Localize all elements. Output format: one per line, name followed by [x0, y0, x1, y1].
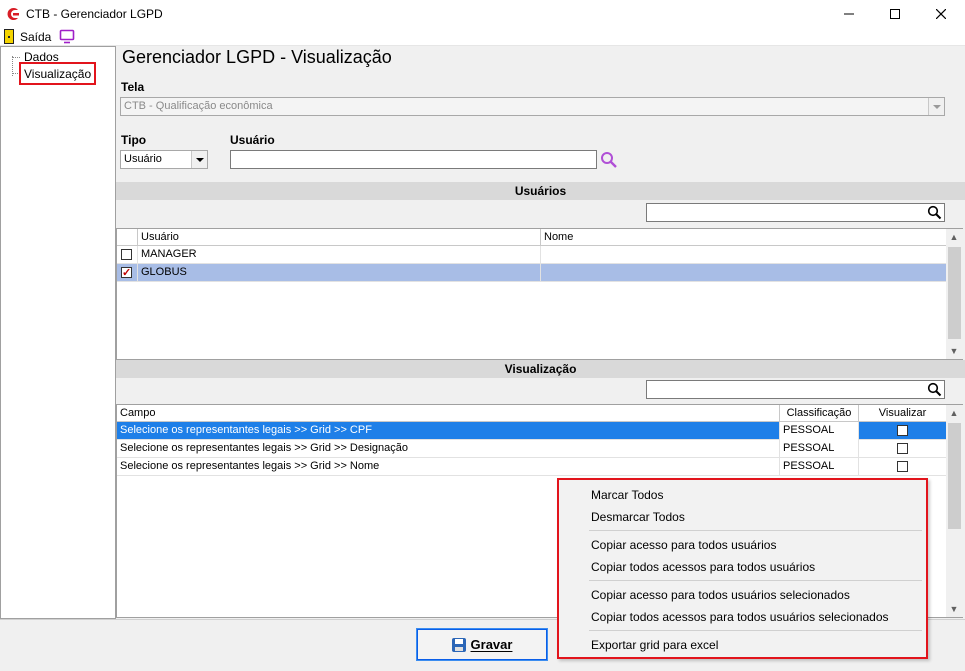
table-row[interactable]: MANAGER [117, 246, 946, 264]
page-title: Gerenciador LGPD - Visualização [122, 47, 392, 67]
menu-item-copiar-todos-acessos-todos[interactable]: Copiar todos acessos para todos usuários [591, 560, 815, 574]
scroll-up-icon[interactable]: ▲ [949, 408, 959, 418]
usuario-cell: GLOBUS [138, 264, 541, 282]
menu-separator [589, 530, 922, 531]
app-logo-icon [7, 8, 19, 20]
usuario-label: Usuário [230, 133, 275, 147]
usuario-cell: MANAGER [138, 246, 541, 264]
menu-item-copiar-acesso-selecionados[interactable]: Copiar acesso para todos usuários seleci… [591, 588, 850, 602]
usuarios-grid-header: Usuário Nome [117, 229, 946, 246]
menu-item-marcar-todos[interactable]: Marcar Todos [591, 488, 663, 502]
column-header-classificacao[interactable]: Classificação [780, 405, 859, 422]
save-button-label: Gravar [470, 637, 513, 652]
row-checkbox-cell [117, 264, 138, 282]
scroll-up-icon[interactable]: ▲ [949, 232, 959, 242]
scrollbar-thumb[interactable] [948, 247, 961, 339]
checkbox-icon[interactable] [897, 425, 908, 436]
maximize-button[interactable] [872, 0, 918, 28]
table-row[interactable]: Selecione os representantes legais >> Gr… [117, 422, 946, 440]
column-header-campo[interactable]: Campo [117, 405, 780, 422]
search-icon[interactable] [927, 382, 942, 397]
column-header-nome[interactable]: Nome [541, 229, 946, 246]
tipo-select[interactable]: Usuário [120, 150, 208, 169]
visualizacao-section-header: Visualização [116, 360, 965, 378]
campo-cell: Selecione os representantes legais >> Gr… [117, 422, 780, 440]
campo-cell: Selecione os representantes legais >> Gr… [117, 458, 780, 476]
menu-item-exportar-excel[interactable]: Exportar grid para excel [591, 638, 718, 652]
context-menu: Marcar Todos Desmarcar Todos Copiar aces… [557, 478, 928, 659]
highlight-box [19, 62, 96, 85]
visualizar-cell [859, 458, 946, 476]
exit-door-icon[interactable] [4, 29, 14, 44]
tipo-select-value: Usuário [124, 153, 162, 165]
nome-cell [541, 264, 946, 282]
menu-bar [0, 28, 965, 46]
campo-cell: Selecione os representantes legais >> Gr… [117, 440, 780, 458]
close-button[interactable] [918, 0, 964, 28]
usuario-input[interactable] [230, 150, 597, 169]
checkbox-column-header [117, 229, 138, 246]
chevron-down-icon[interactable] [928, 98, 944, 115]
classificacao-cell: PESSOAL [780, 422, 859, 440]
monitor-icon[interactable] [59, 29, 75, 44]
column-header-usuario[interactable]: Usuário [138, 229, 541, 246]
usuarios-section-header: Usuários [116, 182, 965, 200]
scrollbar-thumb[interactable] [948, 423, 961, 529]
tela-select[interactable]: CTB - Qualificação econômica [120, 97, 945, 116]
checkbox-icon[interactable] [121, 265, 132, 282]
minimize-button[interactable] [826, 0, 872, 28]
usuarios-grid: Usuário Nome MANAGER GLOBUS ▲ ▼ [116, 228, 963, 360]
menu-item-copiar-acesso-todos[interactable]: Copiar acesso para todos usuários [591, 538, 776, 552]
scroll-down-icon[interactable]: ▼ [949, 346, 959, 356]
table-row[interactable]: Selecione os representantes legais >> Gr… [117, 440, 946, 458]
menu-separator [589, 580, 922, 581]
column-header-visualizar[interactable]: Visualizar [859, 405, 946, 422]
scroll-down-icon[interactable]: ▼ [949, 604, 959, 614]
window-title: CTB - Gerenciador LGPD [26, 7, 163, 21]
chevron-down-icon[interactable] [191, 151, 207, 168]
search-icon[interactable] [927, 205, 942, 220]
nome-cell [541, 246, 946, 264]
tree-connector [12, 57, 20, 58]
navigation-tree [0, 46, 116, 619]
visualizacao-grid-header: Campo Classificação Visualizar [117, 405, 946, 422]
checkbox-icon[interactable] [121, 249, 132, 260]
floppy-disk-icon [451, 637, 466, 652]
tipo-label: Tipo [121, 133, 147, 147]
usuarios-scrollbar[interactable]: ▲ ▼ [946, 229, 963, 359]
classificacao-cell: PESSOAL [780, 440, 859, 458]
exit-menu-item[interactable]: Saída [20, 30, 51, 44]
usuarios-search-input[interactable] [646, 203, 945, 222]
visualizar-cell [859, 422, 946, 440]
checkbox-icon[interactable] [897, 443, 908, 454]
checkbox-icon[interactable] [897, 461, 908, 472]
row-checkbox-cell [117, 246, 138, 264]
visualizacao-search-input[interactable] [646, 380, 945, 399]
search-icon[interactable] [600, 151, 618, 169]
menu-separator [589, 630, 922, 631]
visualizar-cell [859, 440, 946, 458]
save-button[interactable]: Gravar [416, 628, 548, 661]
menu-item-copiar-todos-acessos-selecionados[interactable]: Copiar todos acessos para todos usuários… [591, 610, 889, 624]
visualizacao-scrollbar[interactable]: ▲ ▼ [946, 405, 963, 617]
table-row[interactable]: GLOBUS [117, 264, 946, 282]
tela-select-value: CTB - Qualificação econômica [124, 100, 273, 112]
classificacao-cell: PESSOAL [780, 458, 859, 476]
table-row[interactable]: Selecione os representantes legais >> Gr… [117, 458, 946, 476]
tela-label: Tela [121, 80, 145, 94]
menu-item-desmarcar-todos[interactable]: Desmarcar Todos [591, 510, 685, 524]
